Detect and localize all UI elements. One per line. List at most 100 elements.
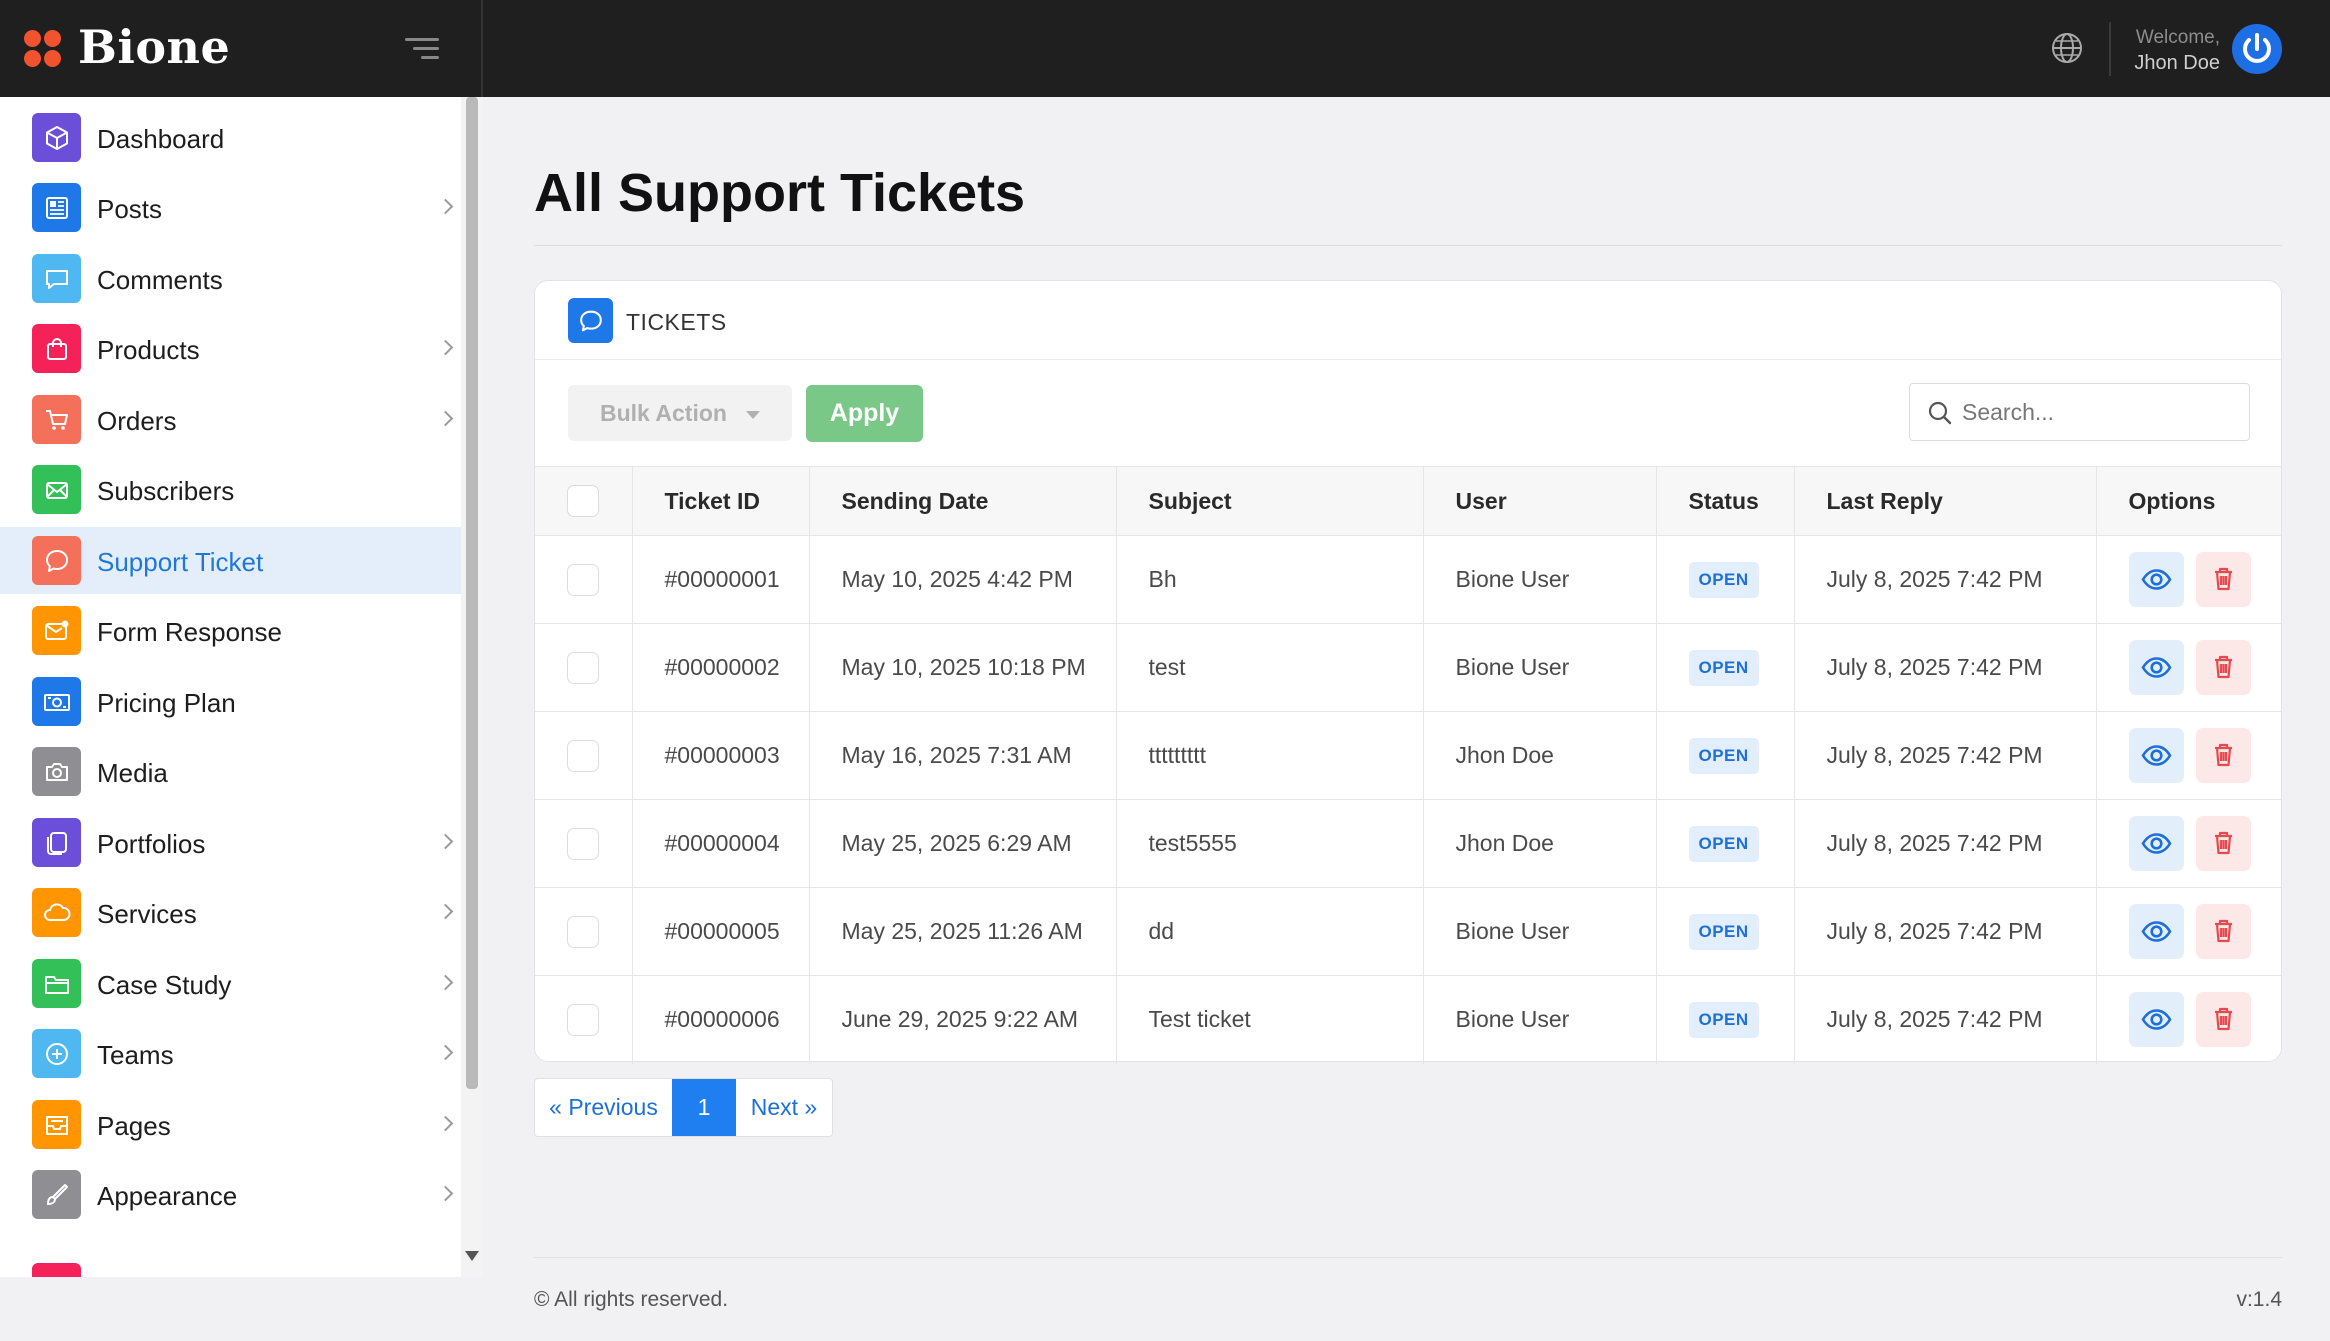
row-select-cell [535,535,633,624]
status-badge: OPEN [1688,913,1759,950]
sidebar-item-products[interactable]: Products [0,315,461,382]
row-checkbox[interactable] [567,563,599,596]
sidebar-item-label: Case Study [97,970,232,1000]
brand-area: Bione [0,0,483,97]
pagination-page-1[interactable]: 1 [672,1079,736,1136]
apply-button[interactable]: Apply [806,385,923,442]
row-select-cell [535,887,633,976]
trash-icon [2214,655,2232,679]
sidebar-item-pages[interactable]: Pages [0,1091,461,1158]
trash-icon [2214,743,2232,767]
sidebar-item-orders[interactable]: Orders [0,386,461,453]
sidebar-item-label: Appearance [97,1181,238,1211]
avatar[interactable] [2232,24,2282,74]
delete-button[interactable] [2195,816,2251,871]
ticket-subject: ttttttttt [1115,711,1424,800]
card-title: TICKETS [626,309,727,335]
row-checkbox[interactable] [567,915,599,948]
view-button[interactable] [2128,904,2184,959]
row-select-cell [535,975,633,1064]
menu-toggle-icon[interactable] [405,36,439,62]
sidebar-footer-gap [0,1277,483,1341]
row-checkbox[interactable] [567,1003,599,1036]
status-badge: OPEN [1688,737,1759,774]
envelope-badge-icon [32,606,81,655]
sidebar-item-services[interactable]: Services [0,879,461,946]
sending-date: May 10, 2025 4:42 PM [808,535,1117,624]
status-badge: OPEN [1688,825,1759,862]
status-badge: OPEN [1688,561,1759,598]
last-reply: July 8, 2025 7:42 PM [1793,623,2097,712]
delete-button[interactable] [2195,640,2251,695]
delete-button[interactable] [2195,728,2251,783]
view-button[interactable] [2128,992,2184,1048]
footer-divider [534,1257,2282,1258]
user-name: Jhon Doe [2134,52,2220,74]
status-badge: OPEN [1688,1001,1759,1038]
sidebar-item-dashboard[interactable]: Dashboard [0,104,461,171]
sidebar-item-label: Subscribers [97,476,235,506]
sidebar-item-case-study[interactable]: Case Study [0,950,461,1017]
view-button[interactable] [2128,640,2184,695]
row-checkbox[interactable] [567,651,599,684]
eye-icon [2140,833,2172,854]
mail-icon [32,465,81,514]
card-header: TICKETS [535,281,2281,360]
status-cell: OPEN [1655,711,1795,800]
sending-date: May 16, 2025 7:31 AM [808,711,1117,800]
options-cell [2095,535,2281,624]
table-row: #00000001 May 10, 2025 4:42 PM Bh Bione Use… [535,535,2281,624]
last-reply: July 8, 2025 7:42 PM [1793,887,2097,976]
last-reply: July 8, 2025 7:42 PM [1793,535,2097,624]
bulk-action-select[interactable]: Bulk Action [568,385,792,441]
sidebar-item-subscribers[interactable]: Subscribers [0,456,461,523]
user-greeting[interactable]: Welcome, Jhon Doe [2134,26,2220,76]
tickets-table: Ticket ID Sending Date Subject User Stat… [535,466,2281,1064]
delete-button[interactable] [2195,552,2251,607]
delete-button[interactable] [2195,904,2251,959]
chevron-right-icon [437,1044,454,1061]
sidebar-item-appearance[interactable]: Appearance [0,1161,461,1228]
trash-icon [2214,1008,2232,1031]
sidebar-item-support-ticket[interactable]: Support Ticket [0,527,461,594]
row-checkbox[interactable] [567,827,599,860]
globe-icon[interactable] [2050,31,2084,65]
scroll-down-arrow-icon[interactable] [465,1251,479,1261]
row-checkbox[interactable] [567,739,599,772]
sidebar-scrollbar-thumb[interactable] [466,97,478,1089]
last-reply: July 8, 2025 7:42 PM [1793,799,2097,888]
caret-down-icon [746,411,760,419]
sidebar-item-form-response[interactable]: Form Response [0,597,461,664]
sidebar-item-comments[interactable]: Comments [0,245,461,312]
sidebar-item-teams[interactable]: Teams [0,1020,461,1087]
cart-icon [32,395,81,444]
view-button[interactable] [2128,816,2184,871]
col-ticket-id: Ticket ID [631,466,810,536]
trash-icon [2214,919,2232,943]
options-cell [2095,799,2281,888]
search-input[interactable] [1962,392,2232,432]
ticket-subject: test5555 [1115,799,1424,888]
select-all-checkbox[interactable] [567,485,599,517]
col-user: User [1422,466,1657,536]
sidebar-item-media[interactable]: Media [0,738,461,805]
chevron-right-icon [437,1185,454,1202]
support-chat-icon [32,536,81,585]
delete-button[interactable] [2195,992,2251,1048]
sidebar-item-label: Support Ticket [97,547,264,577]
col-last-reply: Last Reply [1793,466,2097,536]
sidebar-item-pricing-plan[interactable]: Pricing Plan [0,668,461,735]
eye-icon [2140,1009,2172,1031]
pagination-previous[interactable]: « Previous [535,1079,672,1136]
cube-icon [32,113,81,162]
view-button[interactable] [2128,552,2184,607]
eye-icon [2140,745,2172,766]
pagination-next[interactable]: Next » [736,1079,832,1136]
row-select-cell [535,623,633,712]
sidebar-item-posts[interactable]: Posts [0,174,461,241]
banknote-icon [32,677,81,726]
sidebar-item-portfolios[interactable]: Portfolios [0,809,461,876]
view-button[interactable] [2128,728,2184,783]
brand-name[interactable]: Bione [78,20,230,74]
bione-logo-icon[interactable] [24,30,62,68]
